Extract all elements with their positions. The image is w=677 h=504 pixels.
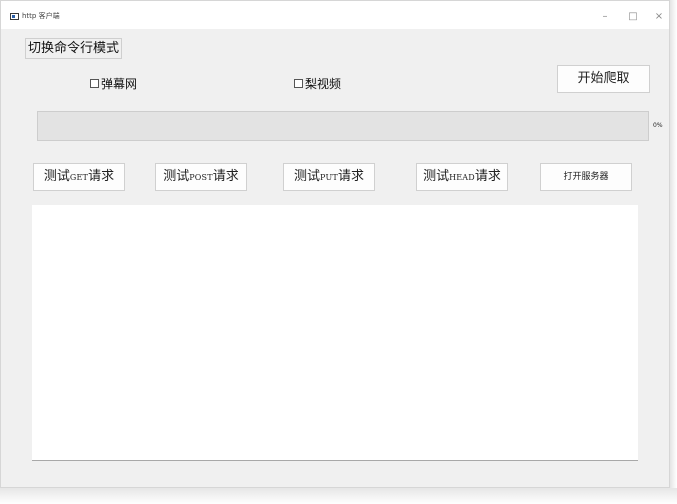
toggle-command-line-mode-button[interactable]: 切换命令行模式 (25, 38, 123, 59)
test-post-prefix: 测试 (163, 169, 190, 184)
danmu-checkbox-box[interactable] (90, 79, 99, 88)
window-title: http 客户端 (22, 12, 60, 20)
minimize-icon[interactable]: – (597, 11, 613, 23)
test-put-method: PUT (320, 173, 338, 182)
test-put-button[interactable]: 测试PUT请求 (283, 163, 375, 191)
test-post-suffix: 请求 (212, 169, 239, 184)
test-head-method: HEAD (449, 173, 475, 182)
test-get-method: GET (69, 173, 89, 182)
danmu-checkbox-label: 弹幕网 (101, 77, 138, 91)
title-bar[interactable]: http 客户端 – □ × (1, 1, 669, 29)
start-crawl-button[interactable]: 开始爬取 (557, 65, 650, 93)
test-head-suffix: 请求 (474, 169, 501, 184)
test-put-prefix: 测试 (294, 169, 321, 184)
video-checkbox[interactable]: 梨视频 (294, 76, 341, 92)
response-output-area[interactable] (32, 205, 638, 461)
app-window-icon (10, 13, 19, 20)
test-get-prefix: 测试 (43, 169, 70, 184)
close-icon[interactable]: × (651, 11, 667, 23)
video-checkbox-box[interactable] (294, 79, 303, 88)
video-checkbox-label: 梨视频 (305, 77, 342, 91)
test-get-suffix: 请求 (88, 169, 115, 184)
main-window: http 客户端 – □ × 切换命令行模式 弹幕网 梨视频 开始爬取 0% 测… (0, 0, 670, 488)
test-head-prefix: 测试 (423, 169, 450, 184)
test-post-method: POST (189, 173, 213, 182)
window-shadow-bottom (0, 488, 677, 504)
test-get-button[interactable]: 测试GET请求 (33, 163, 125, 191)
crawl-progress-label: 0% (653, 122, 663, 129)
test-head-button[interactable]: 测试HEAD请求 (416, 163, 508, 191)
window-shadow-right (670, 0, 677, 504)
crawl-progress-bar (37, 111, 649, 141)
test-post-button[interactable]: 测试POST请求 (155, 163, 247, 191)
open-server-button[interactable]: 打开服务器 (540, 163, 632, 191)
test-put-suffix: 请求 (337, 169, 364, 184)
danmu-checkbox[interactable]: 弹幕网 (90, 76, 137, 92)
maximize-icon[interactable]: □ (625, 11, 641, 23)
